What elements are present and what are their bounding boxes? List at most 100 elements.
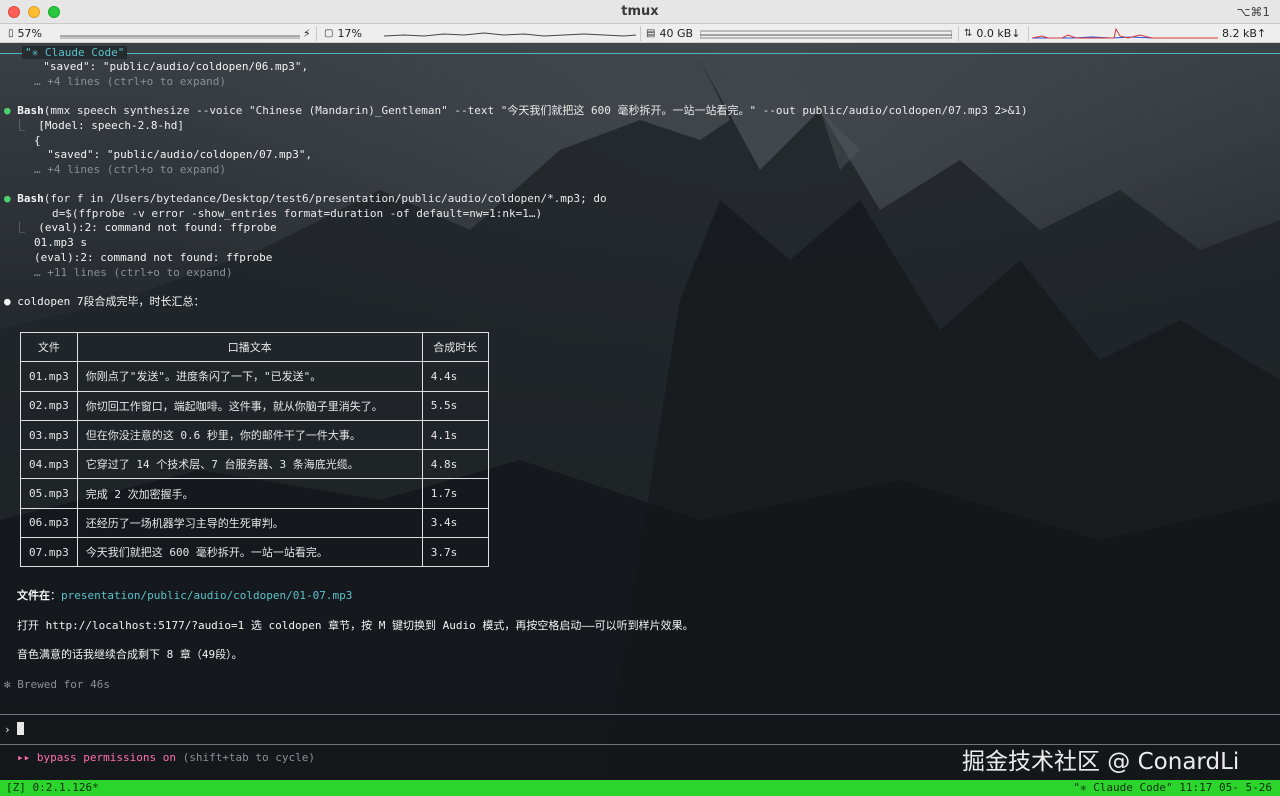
cell-duration: 5.5s xyxy=(421,390,489,421)
tool-output-line: ⎿ [Model: speech-2.8-hd] xyxy=(14,119,184,132)
expand-hint[interactable]: … +4 lines (ctrl+o to expand) xyxy=(34,75,226,88)
table-row: 06.mp3 还经历了一场机器学习主导的生死审判。 3.4s xyxy=(20,507,489,539)
cell-duration: 3.7s xyxy=(421,537,489,568)
meter-separator xyxy=(958,26,959,41)
tool-output-line: 01.mp3 s xyxy=(34,236,87,249)
tool-output-line: (eval):2: command not found: ffprobe xyxy=(34,251,273,264)
cell-file: 02.mp3 xyxy=(20,390,78,421)
meter-separator xyxy=(316,26,317,41)
brewed-status: ✻ Brewed for 46s xyxy=(4,678,110,691)
tool-name: Bash xyxy=(17,104,44,117)
cell-text: 今天我们就把这 600 毫秒拆开。一站一站看完。 xyxy=(76,537,423,568)
network-up-value: 8.2 kB↑ xyxy=(1222,27,1267,40)
battery-sparkline xyxy=(60,35,300,39)
cell-file: 06.mp3 xyxy=(20,507,78,539)
table-header-row: 文件 口播文本 合成时长 xyxy=(20,331,489,363)
tmux-session-info: [Z] 0:2.1.126* xyxy=(6,781,99,794)
cell-text: 还经历了一场机器学习主导的生死审判。 xyxy=(76,507,423,539)
meter-separator xyxy=(640,26,641,41)
cell-duration: 4.1s xyxy=(421,419,489,451)
column-header: 合成时长 xyxy=(421,331,489,363)
expand-hint[interactable]: … +4 lines (ctrl+o to expand) xyxy=(34,163,226,176)
tool-output-line: ⎿ (eval):2: command not found: ffprobe xyxy=(14,221,277,234)
tree-branch-icon: ⎿ xyxy=(14,119,39,132)
prompt-chevron-icon: › xyxy=(4,723,11,736)
meter-separator xyxy=(1028,26,1029,41)
network-down-value: 0.0 kB↓ xyxy=(976,27,1021,40)
status-dot-icon: ● xyxy=(4,192,11,205)
text-cursor xyxy=(17,722,25,735)
duration-table: 文件 口播文本 合成时长 01.mp3 你刚点了"发送"。进度条闪了一下，"已发送… xyxy=(20,331,489,568)
tmux-status-bar: [Z] 0:2.1.126* "✳ Claude Code" 11:17 05-… xyxy=(0,780,1280,796)
battery-icon: ▯ xyxy=(8,28,14,39)
open-instruction-line: 打开 http://localhost:5177/?audio=1 选 cold… xyxy=(17,619,694,632)
table-row: 05.mp3 完成 2 次加密握手。 1.7s xyxy=(20,478,489,509)
cell-text: 你刚点了"发送"。进度条闪了一下，"已发送"。 xyxy=(76,361,423,392)
cell-duration: 4.8s xyxy=(421,449,489,480)
window-shortcut: ⌥⌘1 xyxy=(1236,5,1270,19)
file-location-line: 文件在：presentation/public/audio/coldopen/0… xyxy=(17,589,352,602)
network-icon: ⇅ xyxy=(964,28,973,39)
cell-text: 完成 2 次加密握手。 xyxy=(76,478,423,509)
cpu-sparkline xyxy=(384,32,636,37)
cell-file: 07.mp3 xyxy=(20,537,78,568)
output-text: [Model: speech-2.8-hd] xyxy=(38,119,184,132)
permission-mode-indicator[interactable]: ▸▸ bypass permissions on (shift+tab to c… xyxy=(17,751,315,764)
tool-command: (mmx speech synthesize --voice "Chinese … xyxy=(43,104,1028,117)
tool-command-continued: d=$(ffprobe -v error -show_entries forma… xyxy=(52,207,543,220)
cell-file: 04.mp3 xyxy=(20,449,78,480)
memory-icon: ▤ xyxy=(646,28,656,39)
cell-file: 05.mp3 xyxy=(20,478,78,509)
pane-title: "✳ Claude Code" xyxy=(22,46,128,59)
table-row: 03.mp3 但在你没注意的这 0.6 秒里，你的邮件干了一件大事。 4.1s xyxy=(20,419,489,451)
cell-file: 03.mp3 xyxy=(20,419,78,451)
output-text: (eval):2: command not found: ffprobe xyxy=(38,221,277,234)
window-title: tmux xyxy=(621,4,659,19)
cell-duration: 1.7s xyxy=(421,478,489,509)
watermark: 掘金技术社区 @ ConardLi xyxy=(962,749,1240,775)
system-meters-bar: ▯ 57% ⚡ ▢ 17% ▤ 40 GB ⇅ 0.0 kB↓ 8.2 kB↑ xyxy=(0,24,1280,43)
table-row: 04.mp3 它穿过了 14 个技术层、7 台服务器、3 条海底光缆。 4.8s xyxy=(20,449,489,480)
cpu-meter: ▢ 17% xyxy=(324,26,362,41)
mode-arrows-icon: ▸▸ xyxy=(17,751,31,764)
table-row: 02.mp3 你切回工作窗口，端起咖啡。这件事，就从你脑子里消失了。 5.5s xyxy=(20,390,489,421)
memory-meter: ▤ 40 GB xyxy=(646,26,693,41)
battery-meter: ▯ 57% xyxy=(8,26,42,41)
next-step-line: 音色满意的话我继续合成剩下 8 章（49段）。 xyxy=(17,648,243,661)
cell-duration: 4.4s xyxy=(421,361,489,392)
tmux-status-right: "✳ Claude Code" 11:17 05- 5-26 xyxy=(1073,781,1272,794)
output-line: "saved": "public/audio/coldopen/06.mp3", xyxy=(30,60,309,73)
memory-value: 40 GB xyxy=(659,27,694,40)
tool-output-line: "saved": "public/audio/coldopen/07.mp3", xyxy=(34,148,313,161)
tool-call-bash-2: ● Bash(for f in /Users/bytedance/Desktop… xyxy=(4,192,607,205)
column-header: 口播文本 xyxy=(76,331,423,363)
status-dot-icon: ● xyxy=(4,104,11,117)
cell-file: 01.mp3 xyxy=(20,361,78,392)
tree-branch-icon: ⎿ xyxy=(14,221,39,234)
cell-text: 你切回工作窗口，端起咖啡。这件事，就从你脑子里消失了。 xyxy=(76,390,423,421)
cpu-icon: ▢ xyxy=(324,28,334,39)
network-up-meter: 8.2 kB↑ xyxy=(1222,26,1266,41)
cell-duration: 3.4s xyxy=(421,507,489,539)
file-location-path[interactable]: presentation/public/audio/coldopen/01-07… xyxy=(61,589,352,602)
cpu-value: 17% xyxy=(337,27,362,40)
table-row: 07.mp3 今天我们就把这 600 毫秒拆开。一站一站看完。 3.7s xyxy=(20,537,489,568)
network-sparkline xyxy=(1032,27,1218,39)
assistant-summary: ● coldopen 7段合成完毕，时长汇总： xyxy=(4,295,204,308)
terminal-pane[interactable]: "✳ Claude Code" "saved": "public/audio/c… xyxy=(0,43,1280,780)
mode-hint: (shift+tab to cycle) xyxy=(182,751,316,764)
network-down-meter: ⇅ 0.0 kB↓ xyxy=(964,26,1021,41)
cell-text: 但在你没注意的这 0.6 秒里，你的邮件干了一件大事。 xyxy=(76,419,423,451)
input-border-top xyxy=(0,714,1280,715)
pane-border-top xyxy=(0,53,1280,54)
tool-name: Bash xyxy=(17,192,44,205)
bullet-icon: ● xyxy=(4,295,11,308)
memory-sparkline xyxy=(700,30,952,39)
tool-output-line: { xyxy=(34,134,41,147)
mode-label: bypass permissions on xyxy=(36,751,176,764)
battery-value: 57% xyxy=(17,27,42,40)
charging-icon: ⚡ xyxy=(303,27,311,40)
prompt-input[interactable]: › xyxy=(4,722,25,736)
file-location-colon: ： xyxy=(50,589,61,602)
expand-hint[interactable]: … +11 lines (ctrl+o to expand) xyxy=(34,266,233,279)
